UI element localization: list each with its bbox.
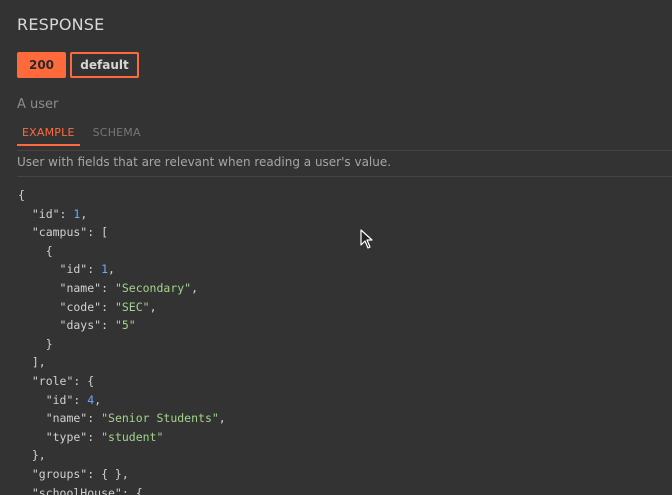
code-line: "id": 1, <box>18 260 226 279</box>
status-200-button[interactable]: 200 <box>17 52 66 78</box>
code-line: "type": "student" <box>18 428 226 447</box>
code-token: "5" <box>114 318 136 333</box>
code-token: "code": <box>18 299 115 314</box>
code-token: , <box>218 411 226 426</box>
code-token: ], <box>18 355 46 370</box>
code-line: "name": "Senior Students", <box>18 409 226 428</box>
code-line: "groups": { }, <box>18 465 226 484</box>
code-line: "days": "5" <box>18 316 226 335</box>
code-token: "type": <box>18 429 102 444</box>
code-token: , <box>149 299 157 314</box>
code-line: "name": "Secondary", <box>18 279 226 298</box>
code-line: "id": 1, <box>18 205 226 224</box>
code-token: "student" <box>101 429 164 444</box>
code-token: "id": <box>18 262 102 277</box>
response-description: A user <box>17 97 59 112</box>
code-line: "schoolHouse": { <box>18 484 226 495</box>
code-token: { <box>18 243 53 258</box>
code-line: "campus": [ <box>18 223 226 242</box>
code-line: "id": 4, <box>18 391 226 410</box>
code-line: "code": "SEC", <box>18 298 226 317</box>
code-token: "name": <box>18 411 102 426</box>
code-line: "role": { <box>18 372 226 391</box>
schema-description: User with fields that are relevant when … <box>17 155 392 169</box>
code-line: { <box>18 186 226 205</box>
code-token: } <box>18 336 53 351</box>
code-token: "id": <box>18 206 74 221</box>
code-token: "id": <box>18 392 88 407</box>
code-token: , <box>191 280 199 295</box>
code-token: , <box>94 392 102 407</box>
status-default-button[interactable]: default <box>70 52 139 78</box>
tab-example[interactable]: EXAMPLE <box>17 126 80 146</box>
response-tabs: EXAMPLE SCHEMA <box>17 126 146 146</box>
status-code-selector: 200 default <box>17 52 139 78</box>
code-token: "role": { <box>18 373 95 388</box>
tabs-divider <box>17 150 672 151</box>
code-token: , <box>108 262 115 277</box>
code-line: ], <box>18 353 226 372</box>
tab-schema[interactable]: SCHEMA <box>88 126 146 146</box>
code-token: "schoolHouse": { <box>18 485 143 495</box>
code-token: "days": <box>18 318 115 333</box>
code-token: "groups": { }, <box>18 466 129 481</box>
code-token: "name": <box>18 280 115 295</box>
code-token: "Senior Students" <box>101 411 219 426</box>
code-token: 1 <box>101 262 109 277</box>
json-example-code: { "id": 1, "campus": [ { "id": 1, "name"… <box>18 186 226 495</box>
code-token: , <box>80 206 88 221</box>
code-token: "campus": [ <box>18 225 109 240</box>
code-token: "Secondary" <box>114 280 192 295</box>
code-token: "SEC" <box>114 299 150 314</box>
description-divider <box>17 176 672 177</box>
response-title: RESPONSE <box>17 15 105 34</box>
code-line: { <box>18 242 226 261</box>
mouse-pointer-icon <box>360 229 373 249</box>
code-line: } <box>18 335 226 354</box>
code-line: }, <box>18 446 226 465</box>
code-token: }, <box>18 448 46 463</box>
code-token: { <box>18 188 25 202</box>
